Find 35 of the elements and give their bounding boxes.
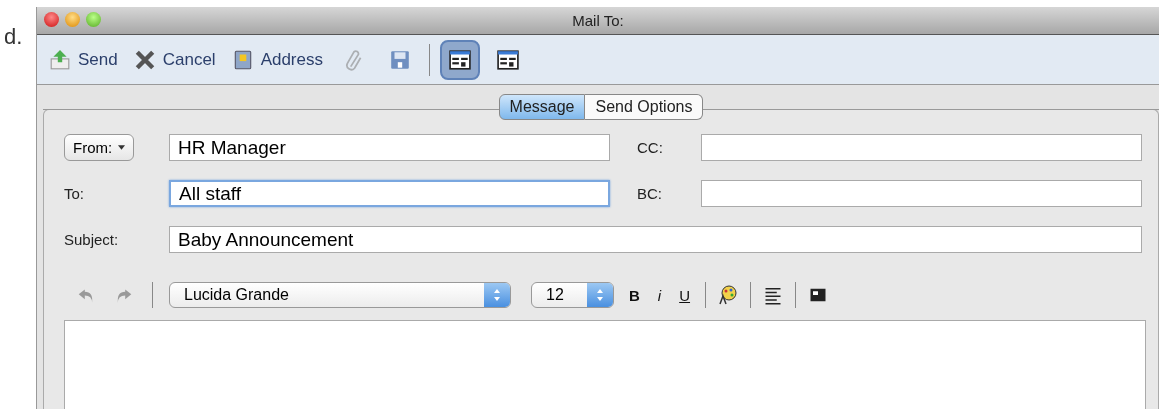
underline-button[interactable]: U <box>676 286 694 304</box>
font-dropdown[interactable]: Lucida Grande <box>169 282 511 308</box>
palette-icon[interactable] <box>718 285 739 305</box>
minimize-button[interactable] <box>65 12 80 27</box>
from-field[interactable]: HR Manager <box>169 134 610 161</box>
figure-label: d. <box>4 24 23 49</box>
zoom-button[interactable] <box>86 12 101 27</box>
window-title: Mail To: <box>572 12 624 29</box>
to-field[interactable]: All staff <box>169 180 610 207</box>
view-toggle[interactable] <box>440 39 480 80</box>
layout-icon <box>449 49 471 70</box>
cc-field[interactable] <box>701 134 1142 161</box>
bold-button[interactable]: B <box>626 286 643 304</box>
send-button[interactable]: Send <box>45 46 122 73</box>
cancel-button[interactable]: Cancel <box>129 46 220 73</box>
tab[interactable]: Message <box>498 94 586 120</box>
subject-field[interactable]: Baby Announcement <box>169 226 1142 253</box>
bc-field[interactable] <box>701 180 1142 207</box>
field-label: To: <box>64 185 85 202</box>
from-dropdown[interactable]: From: <box>64 134 135 161</box>
field-label: CC: <box>636 139 664 156</box>
field-label: Subject: <box>64 231 120 248</box>
align-left-icon[interactable] <box>763 285 784 305</box>
italic-button[interactable]: i <box>654 286 665 304</box>
up-down-arrows-icon <box>596 288 604 302</box>
layout-icon <box>497 49 519 70</box>
size-dropdown[interactable]: 12 <box>531 282 614 308</box>
up-down-arrows-icon <box>493 288 501 302</box>
envelope-icon <box>49 48 71 71</box>
address-button[interactable]: Address <box>227 46 327 73</box>
close-button[interactable] <box>44 12 59 27</box>
caret-icon <box>118 145 126 150</box>
field-label: BC: <box>636 185 663 202</box>
x-icon <box>133 48 156 71</box>
tab[interactable]: Send Options <box>585 94 704 120</box>
